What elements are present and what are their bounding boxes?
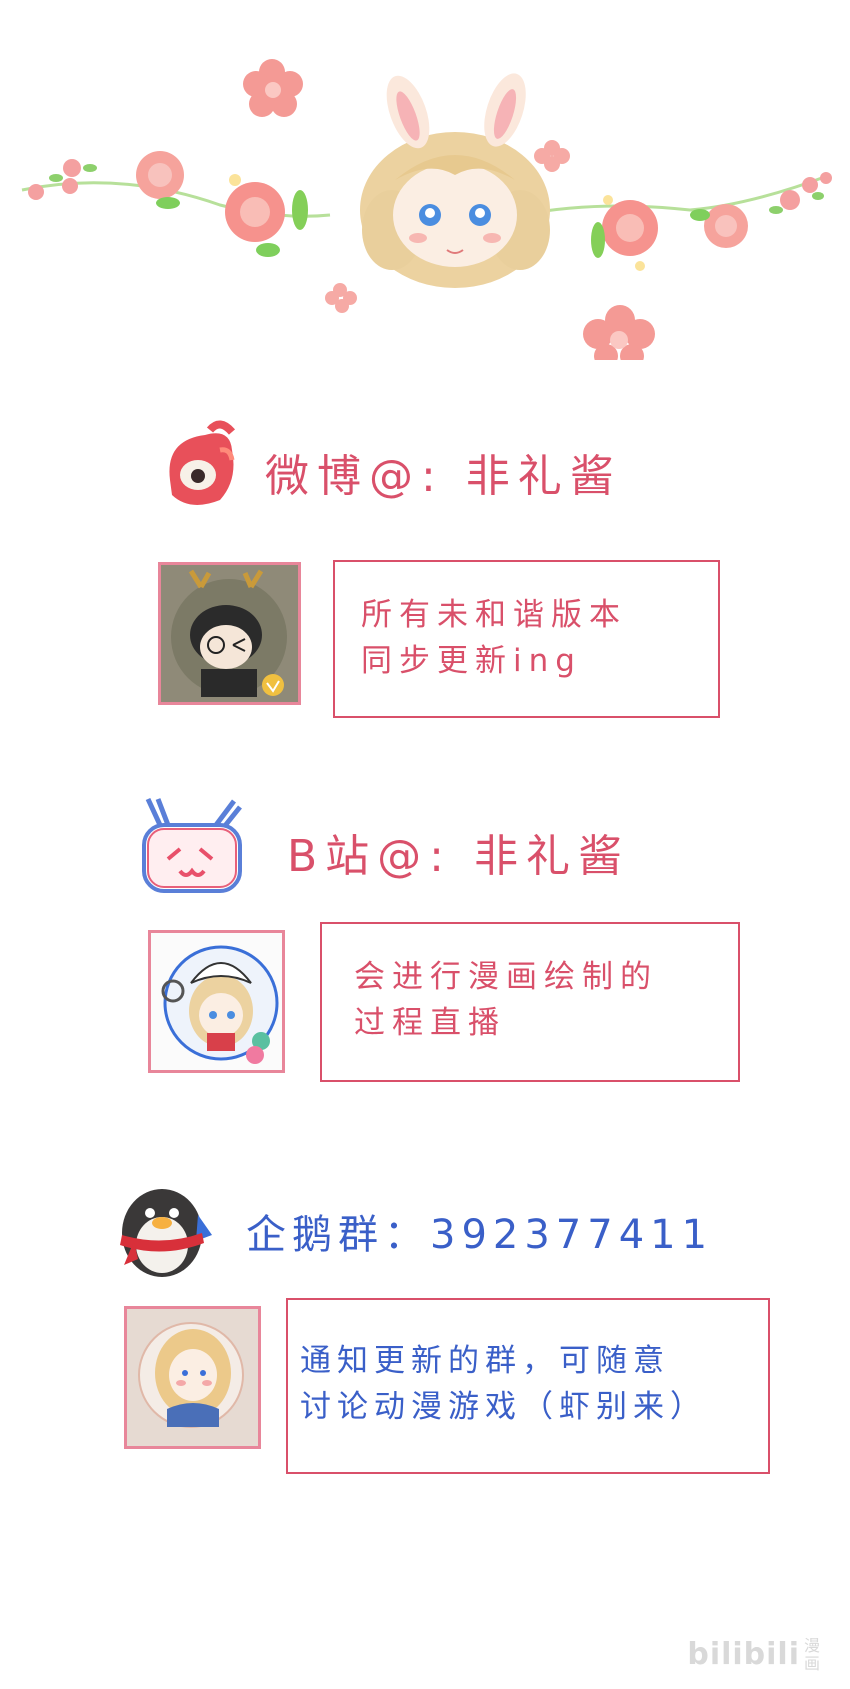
qq-group-handle: 企鹅群：392377411	[246, 1212, 714, 1258]
bilibili-description-box: 会进行漫画绘制的 过程直播	[320, 922, 740, 1082]
bilibili-description-line-2: 过程直播	[354, 1005, 506, 1041]
bilibili-description-line-1: 会进行漫画绘制的	[354, 959, 658, 995]
weibo-description-line-1: 所有未和谐版本	[361, 597, 627, 633]
qq-avatar	[124, 1306, 261, 1449]
weibo-description-box: 所有未和谐版本 同步更新ing	[333, 560, 720, 718]
bilibili-tv-icon	[138, 795, 248, 903]
bilibili-avatar	[148, 930, 285, 1073]
qq-description-line-1: 通知更新的群，可随意	[300, 1343, 670, 1379]
weibo-handle: 微博@: 非礼酱	[265, 451, 622, 502]
header-decoration	[0, 0, 850, 360]
bilibili-comics-watermark: bilibili 漫画	[687, 1637, 822, 1674]
weibo-description-line-2: 同步更新ing	[361, 643, 582, 679]
weibo-avatar	[158, 562, 301, 705]
penguin-icon	[108, 1175, 216, 1283]
watermark-logo: bilibili	[687, 1636, 800, 1672]
qq-description-box: 通知更新的群，可随意 讨论动漫游戏（虾别来）	[286, 1298, 770, 1474]
bilibili-handle: B站@: 非礼酱	[287, 831, 630, 882]
qq-description-line-2: 讨论动漫游戏（虾别来）	[300, 1389, 707, 1425]
weibo-icon	[160, 420, 240, 510]
watermark-sub: 漫画	[804, 1636, 822, 1673]
